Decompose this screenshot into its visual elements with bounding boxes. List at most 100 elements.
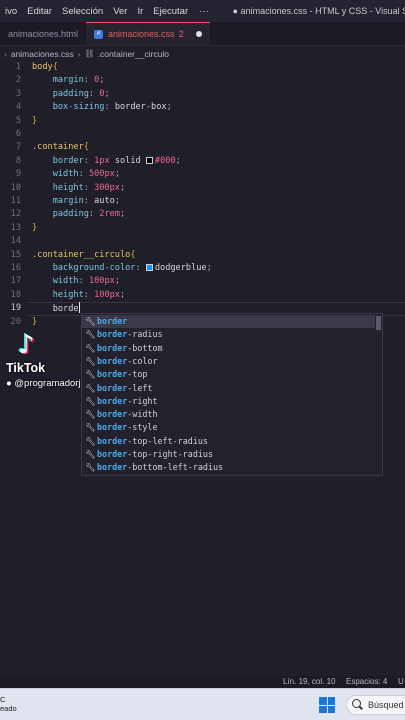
line-number: 5: [15, 115, 21, 126]
code-line: 5}: [0, 115, 405, 128]
line-number: 9: [15, 169, 21, 180]
window-title: ● animaciones.css - HTML y CSS - Visual …: [232, 6, 405, 16]
suggestion-item[interactable]: 🔧︎border-width: [82, 408, 375, 421]
suggestion-item[interactable]: 🔧︎border-top-right-radius: [82, 448, 375, 461]
line-number: 16: [10, 263, 21, 273]
code-line: 3 padding: 0;: [0, 88, 405, 101]
wrench-icon: 🔧︎: [85, 450, 96, 459]
suggestion-item[interactable]: 🔧︎border-top: [82, 368, 375, 381]
code-line: 6: [0, 128, 405, 141]
line-number: 4: [15, 102, 21, 113]
color-swatch-icon[interactable]: [145, 264, 153, 271]
menu-file[interactable]: ivo: [0, 6, 22, 17]
tiktok-brand: TikTok: [6, 361, 46, 375]
taskbar-weather[interactable]: C eado: [0, 695, 17, 713]
line-number: 19: [10, 303, 21, 314]
tab-label: animaciones.css: [108, 29, 175, 39]
wrench-icon: 🔧︎: [85, 317, 96, 326]
menu-more[interactable]: ···: [193, 6, 215, 17]
problem-count-badge: 2: [178, 29, 184, 39]
line-number: 14: [10, 236, 21, 247]
menu-view[interactable]: Ver: [108, 6, 132, 17]
line-number: 17: [10, 276, 21, 287]
suggestion-item[interactable]: 🔧︎border-color: [82, 355, 375, 368]
wrench-icon: 🔧︎: [85, 356, 96, 366]
breadcrumb: › animaciones.css › ⛓ .container__circul…: [0, 46, 405, 61]
line-number: 2: [15, 75, 21, 86]
css-selector: body: [32, 62, 53, 72]
chevron-right-icon: ›: [77, 48, 81, 59]
wrench-icon: 🔧︎: [85, 383, 96, 393]
line-number: 6: [15, 129, 21, 139]
suggestion-item[interactable]: 🔧︎border-left: [82, 382, 375, 395]
suggestion-item[interactable]: 🔧︎border-style: [82, 421, 375, 434]
indentation-setting[interactable]: Espacios: 4: [346, 677, 387, 686]
tab-animaciones-html[interactable]: animaciones.html: [0, 22, 86, 45]
line-number: 13: [10, 222, 21, 233]
wrench-icon: 🔧︎: [85, 423, 96, 433]
code-line: 4 box-sizing: border-box;: [0, 101, 405, 114]
code-line: 1 body{: [0, 61, 405, 74]
line-number: 8: [15, 155, 21, 166]
menu-selection[interactable]: Selección: [57, 6, 108, 17]
suggestion-item[interactable]: 🔧︎border-right: [82, 395, 375, 408]
menu-run[interactable]: Ejecutar: [148, 6, 193, 17]
cursor-position[interactable]: Lín. 19, col. 10: [283, 677, 335, 686]
editor-tab-bar: animaciones.html # animaciones.css 2: [0, 22, 405, 46]
tab-animaciones-css[interactable]: # animaciones.css 2: [86, 22, 210, 45]
windows-start-icon[interactable]: [319, 697, 335, 713]
code-line: 16 background-color: dodgerblue;: [0, 262, 405, 275]
suggestion-item[interactable]: 🔧︎border-top-left-radius: [82, 435, 375, 448]
css-selector: .container: [32, 142, 84, 153]
code-line: 18 height: 100px;: [0, 289, 405, 302]
line-number: 7: [15, 142, 21, 153]
code-line: 14: [0, 235, 405, 248]
breadcrumb-symbol[interactable]: .container__circulo: [98, 49, 169, 59]
breadcrumb-file[interactable]: animaciones.css: [11, 49, 74, 59]
tiktok-username: ● @programadorjs: [6, 378, 86, 389]
search-icon: [352, 699, 361, 708]
css-selector: .container__circulo: [32, 249, 131, 260]
typed-text: borde: [52, 304, 79, 315]
menu-bar: ivo Editar Selección Ver Ir Ejecutar ···…: [0, 0, 405, 22]
code-line: 8 border: 1px solid #000;: [0, 155, 405, 168]
line-number: 1: [15, 62, 21, 72]
suggest-scrollbar[interactable]: [376, 316, 381, 330]
suggestion-item[interactable]: 🔧︎border-bottom-left-radius: [82, 461, 375, 474]
wrench-icon: 🔧︎: [85, 410, 96, 420]
suggestion-item[interactable]: 🔧︎border-bottom: [82, 342, 375, 355]
code-line: 11 margin: auto;: [0, 195, 405, 208]
line-number: 11: [10, 196, 21, 206]
suggestion-item[interactable]: 🔧︎border-radius: [82, 328, 375, 341]
line-number: 10: [10, 182, 21, 193]
code-line: 13}: [0, 222, 405, 235]
code-line: 7 .container{: [0, 141, 405, 154]
wrench-icon: 🔧︎: [85, 463, 96, 473]
chevron-right-icon: ›: [4, 48, 7, 59]
code-line: 15 .container__circulo{: [0, 249, 405, 262]
user-icon: ●: [6, 378, 12, 389]
encoding-setting[interactable]: U: [398, 677, 404, 686]
line-number: 12: [10, 209, 21, 220]
windows-taskbar: C eado Búsqued: [0, 688, 405, 720]
wrench-icon: 🔧︎: [85, 343, 96, 353]
text-cursor: [78, 302, 80, 314]
menu-edit[interactable]: Editar: [22, 6, 57, 17]
status-bar: Lín. 19, col. 10 Espacios: 4 U: [0, 676, 405, 688]
tab-label: animaciones.html: [8, 28, 79, 39]
wrench-icon: 🔧︎: [85, 330, 96, 340]
line-number: 20: [10, 316, 21, 327]
suggestion-item[interactable]: 🔧︎border: [82, 315, 375, 329]
unsaved-dot-icon[interactable]: [195, 31, 202, 37]
css-file-icon: #: [94, 29, 104, 39]
code-line: 2 margin: 0;: [0, 74, 405, 87]
wrench-icon: 🔧︎: [85, 370, 96, 380]
line-number: 3: [15, 88, 21, 99]
color-swatch-icon[interactable]: [145, 156, 153, 164]
code-line: 17 width: 100px;: [0, 275, 405, 288]
menu-go[interactable]: Ir: [132, 6, 148, 17]
code-line: 9 width: 500px;: [0, 168, 405, 181]
wrench-icon: 🔧︎: [85, 436, 96, 446]
autocomplete-dropdown[interactable]: 🔧︎border 🔧︎border-radius 🔧︎border-bottom…: [81, 313, 383, 476]
tiktok-logo-icon: ♪: [18, 330, 35, 360]
